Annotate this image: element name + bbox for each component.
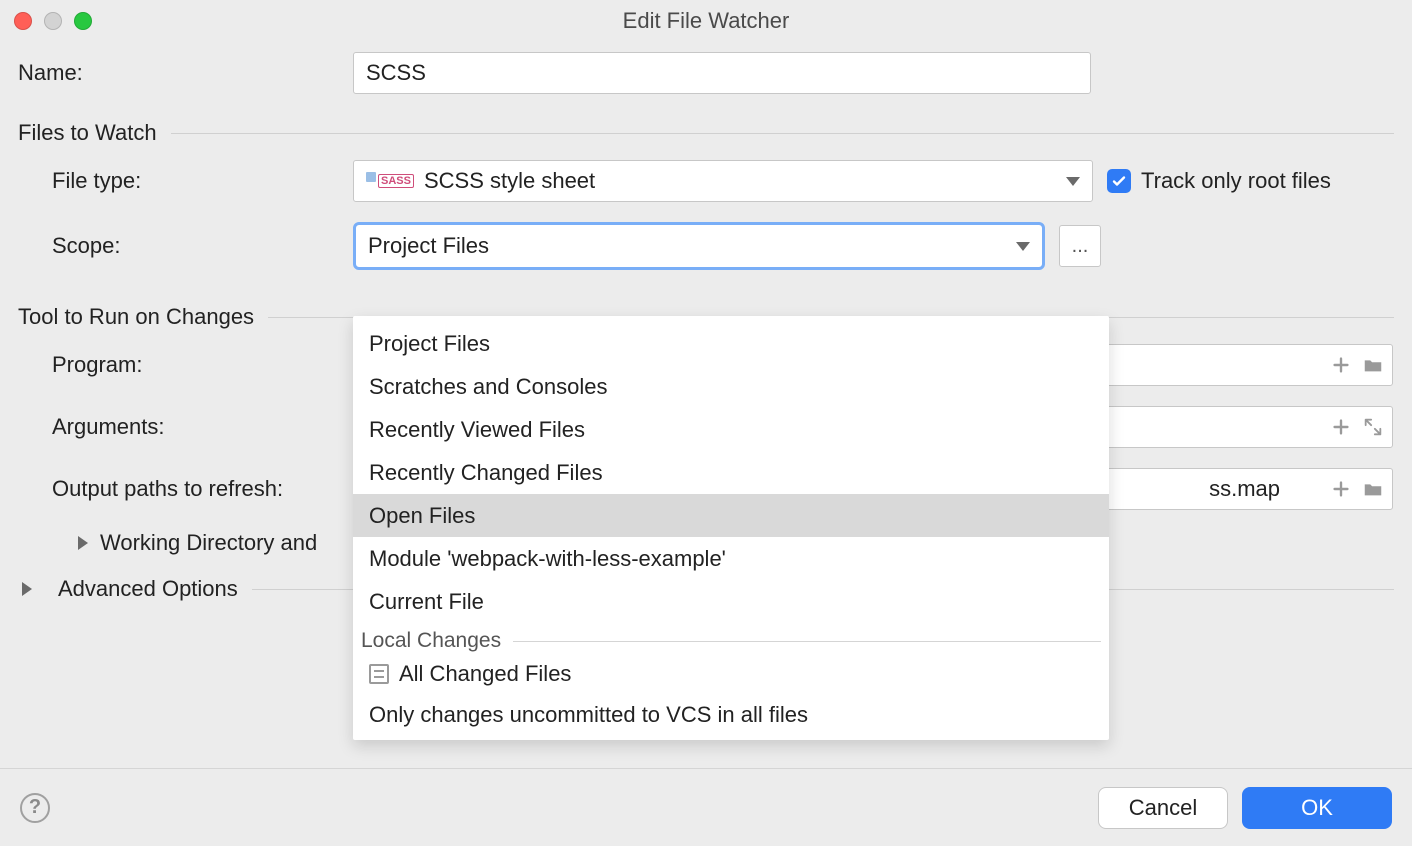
output-paths-visible-tail: ss.map [1209,476,1280,502]
window-title: Edit File Watcher [0,8,1412,34]
scope-option[interactable]: Project Files [353,322,1109,365]
name-label: Name: [18,60,353,86]
scope-browse-button[interactable]: ... [1059,225,1101,267]
file-type-label: File type: [18,168,353,194]
folder-icon[interactable] [1362,478,1384,500]
name-input[interactable]: SCSS [353,52,1091,94]
dialog-footer: ? Cancel OK [0,768,1412,846]
add-icon[interactable] [1330,478,1352,500]
scope-label: Scope: [18,233,353,259]
disclosure-triangle-icon [22,582,32,596]
scope-option[interactable]: Scratches and Consoles [353,365,1109,408]
scope-option[interactable]: Module 'webpack-with-less-example' [353,537,1109,580]
expand-icon[interactable] [1362,416,1384,438]
section-files-to-watch-label: Files to Watch [18,120,157,146]
section-tool-to-run-label: Tool to Run on Changes [18,304,254,330]
track-only-root-checkbox[interactable]: Track only root files [1107,168,1331,194]
scope-dropdown[interactable]: Project Files [353,222,1045,270]
scope-group-header: Local Changes [353,623,1109,653]
sass-file-icon: SASS [366,174,414,188]
add-icon[interactable] [1330,416,1352,438]
working-directory-expander[interactable]: Working Directory and [18,530,317,556]
scope-option[interactable]: Recently Viewed Files [353,408,1109,451]
chevron-down-icon [1016,242,1030,251]
scope-value: Project Files [368,233,489,259]
file-type-value: SCSS style sheet [424,168,595,194]
scope-option[interactable]: Open Files [353,494,1109,537]
scope-option[interactable]: Only changes uncommitted to VCS in file … [353,735,1109,740]
changelist-icon [369,664,389,684]
program-label: Program: [18,352,353,378]
disclosure-triangle-icon [78,536,88,550]
section-files-to-watch: Files to Watch [18,120,1394,146]
output-paths-label: Output paths to refresh: [18,476,353,502]
add-icon[interactable] [1330,354,1352,376]
scope-option[interactable]: Only changes uncommitted to VCS in all f… [353,694,1109,735]
checkbox-checked-icon [1107,169,1131,193]
scope-option[interactable]: Current File [353,580,1109,623]
scope-dropdown-popup: Project Files Scratches and Consoles Rec… [353,316,1109,740]
cancel-button[interactable]: Cancel [1098,787,1228,829]
help-button[interactable]: ? [20,793,50,823]
scope-option[interactable]: All Changed Files [353,653,1109,694]
advanced-options-label: Advanced Options [58,576,238,602]
scope-option[interactable]: Recently Changed Files [353,451,1109,494]
ok-button[interactable]: OK [1242,787,1392,829]
folder-icon[interactable] [1362,354,1384,376]
ellipsis-icon: ... [1072,235,1089,258]
track-only-root-label: Track only root files [1141,168,1331,194]
chevron-down-icon [1066,177,1080,186]
help-icon: ? [29,796,41,819]
name-value: SCSS [366,60,426,86]
title-bar: Edit File Watcher [0,0,1412,42]
working-directory-label: Working Directory and [100,530,317,556]
arguments-label: Arguments: [18,414,353,440]
file-type-dropdown[interactable]: SASS SCSS style sheet [353,160,1093,202]
